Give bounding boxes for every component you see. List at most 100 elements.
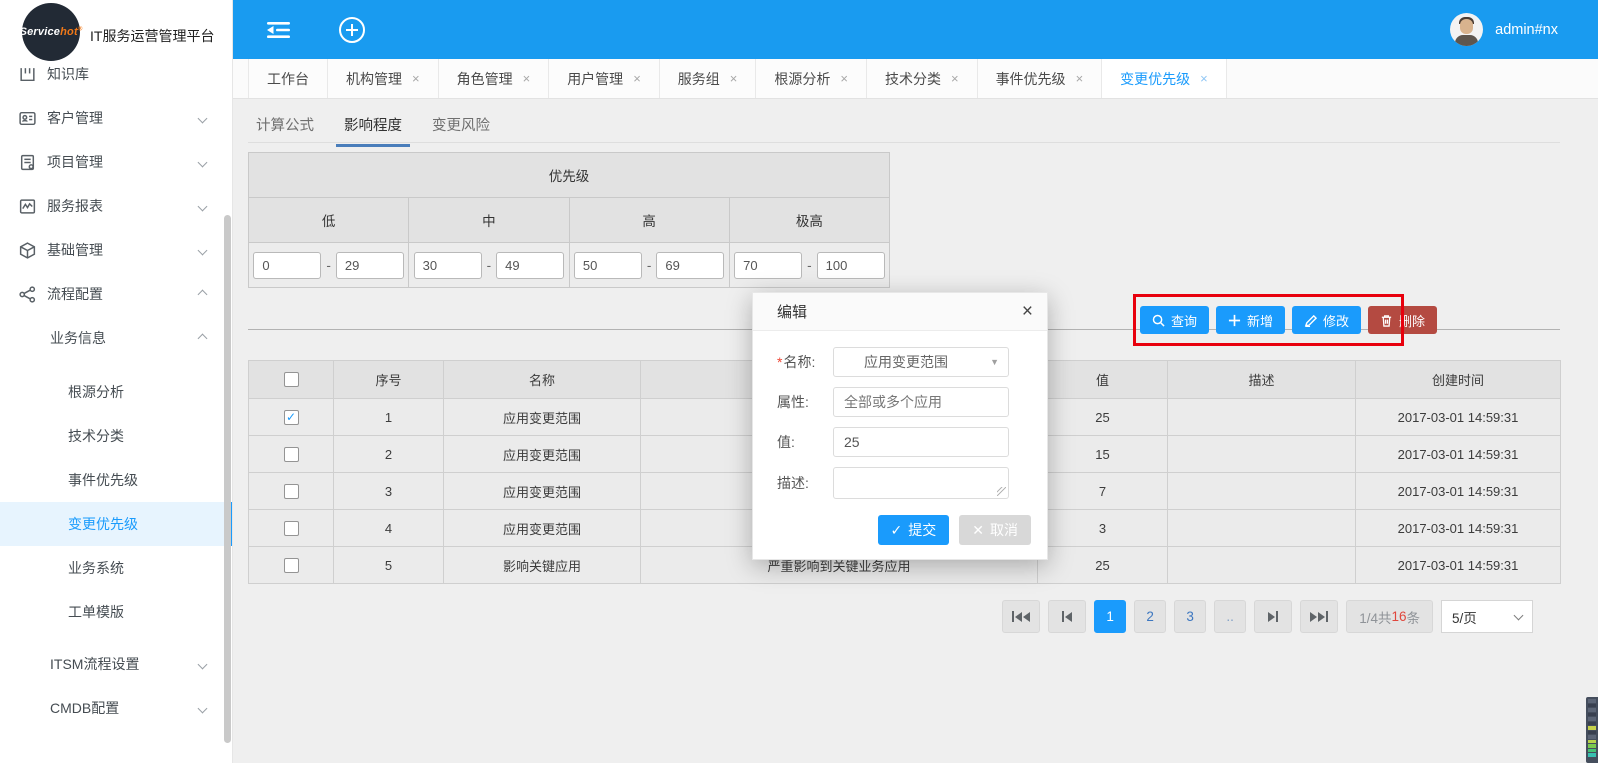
close-icon[interactable]: ×: [412, 71, 420, 86]
id-card-icon: [18, 109, 37, 128]
tab-root-cause[interactable]: 根源分析×: [756, 59, 867, 98]
sidebar-item-change-priority[interactable]: 变更优先级: [0, 502, 232, 546]
pagination-info: 1/4共16条: [1346, 600, 1433, 633]
name-field-row: *名称: 应用变更范围 ▼: [777, 347, 1023, 377]
row-checkbox[interactable]: [284, 447, 299, 462]
last-page-icon: [1326, 611, 1328, 622]
edit-button[interactable]: 修改: [1292, 306, 1361, 334]
sidebar-item-service-report[interactable]: 服务报表: [0, 184, 232, 228]
close-icon[interactable]: ×: [523, 71, 531, 86]
share-nodes-icon: [18, 285, 37, 304]
desc-textarea[interactable]: [833, 467, 1009, 499]
col-header-created: 创建时间: [1356, 361, 1561, 399]
app-title: IT服务运营管理平台: [90, 26, 214, 46]
plus-circle-icon: [337, 15, 367, 45]
add-new-button[interactable]: [336, 14, 368, 46]
sidebar-item-incident-priority[interactable]: 事件优先级: [0, 458, 232, 502]
chart-icon: [18, 197, 37, 216]
range-max-input[interactable]: [496, 252, 564, 279]
sidebar-item-ticket-template[interactable]: 工单模版: [0, 590, 232, 634]
name-select[interactable]: 应用变更范围 ▼: [833, 347, 1009, 377]
close-icon[interactable]: ×: [1200, 71, 1208, 86]
select-all-checkbox[interactable]: [284, 372, 299, 387]
tab-user-mgmt[interactable]: 用户管理×: [549, 59, 660, 98]
value-field-row: 值:: [777, 427, 1023, 457]
book-icon: [18, 65, 37, 84]
priority-level-high: 高: [569, 198, 729, 243]
prev-page-icon: [1062, 611, 1064, 622]
sidebar-item-base-mgmt[interactable]: 基础管理: [0, 228, 232, 272]
row-checkbox[interactable]: ✓: [284, 410, 299, 425]
search-button[interactable]: 查询: [1140, 306, 1209, 334]
close-icon[interactable]: ×: [951, 71, 959, 86]
range-min-input[interactable]: [734, 252, 802, 279]
sidebar-scrollbar[interactable]: [224, 215, 231, 743]
close-icon[interactable]: ×: [1022, 302, 1033, 321]
dialog-footer: ✓ 提交 ✕ 取消: [753, 509, 1047, 559]
sidebar-item-project-mgmt[interactable]: 项目管理: [0, 140, 232, 184]
row-checkbox[interactable]: [284, 484, 299, 499]
cube-icon: [18, 241, 37, 260]
range-max-input[interactable]: [656, 252, 724, 279]
attr-input[interactable]: [833, 387, 1009, 417]
sidebar-item-knowledge-base[interactable]: 知识库: [0, 52, 232, 96]
tab-role-mgmt[interactable]: 角色管理×: [439, 59, 550, 98]
sidebar-item-itsm-process[interactable]: ITSM流程设置: [0, 642, 232, 686]
tab-change-priority[interactable]: 变更优先级×: [1102, 59, 1227, 98]
page-size-select[interactable]: 5/页: [1441, 600, 1533, 633]
desc-field-row: 描述:: [777, 467, 1023, 499]
row-checkbox[interactable]: [284, 558, 299, 573]
close-icon[interactable]: ×: [633, 71, 641, 86]
range-min-input[interactable]: [414, 252, 482, 279]
user-menu[interactable]: admin#nx: [1450, 13, 1558, 46]
sidebar-item-customer-mgmt[interactable]: 客户管理: [0, 96, 232, 140]
sidebar-item-root-cause[interactable]: 根源分析: [0, 370, 232, 414]
range-max-input[interactable]: [336, 252, 404, 279]
page-button-2[interactable]: 2: [1134, 600, 1166, 633]
priority-matrix: 优先级 低 中 高 极高 - -: [248, 152, 890, 288]
tab-org-mgmt[interactable]: 机构管理×: [328, 59, 439, 98]
toolbar: 查询 新增 修改 删除: [1140, 306, 1437, 334]
collapse-menu-icon: [263, 18, 293, 42]
last-page-button[interactable]: [1300, 600, 1338, 633]
dialog-header: 编辑 ×: [753, 293, 1047, 331]
sidebar-item-business-system[interactable]: 业务系统: [0, 546, 232, 590]
close-icon[interactable]: ×: [1076, 71, 1084, 86]
page-button-1[interactable]: 1: [1094, 600, 1126, 633]
first-page-button[interactable]: [1002, 600, 1040, 633]
tab-incident-priority[interactable]: 事件优先级×: [978, 59, 1103, 98]
priority-level-low: 低: [249, 198, 409, 243]
value-input[interactable]: [833, 427, 1009, 457]
search-icon: [1152, 314, 1165, 327]
range-min-input[interactable]: [253, 252, 321, 279]
range-min-input[interactable]: [574, 252, 642, 279]
next-page-button[interactable]: [1254, 600, 1292, 633]
next-page-icon: [1276, 611, 1278, 622]
first-page-icon: [1012, 611, 1014, 622]
document-icon: [18, 153, 37, 172]
delete-button[interactable]: 删除: [1368, 306, 1437, 334]
cancel-button[interactable]: ✕ 取消: [959, 515, 1031, 545]
divider: [248, 142, 1560, 143]
page-button-3[interactable]: 3: [1174, 600, 1206, 633]
range-max-input[interactable]: [817, 252, 885, 279]
sidebar-item-business-info[interactable]: 业务信息: [0, 316, 232, 360]
collapse-menu-button[interactable]: [262, 14, 294, 46]
sidebar-item-cmdb-config[interactable]: CMDB配置: [0, 686, 232, 730]
tab-workbench[interactable]: 工作台: [248, 59, 328, 98]
row-checkbox[interactable]: [284, 521, 299, 536]
tab-service-group[interactable]: 服务组×: [660, 59, 757, 98]
range-separator: -: [647, 258, 652, 273]
tabbar: 工作台 机构管理× 角色管理× 用户管理× 服务组× 根源分析× 技术分类× 事…: [233, 59, 1598, 99]
close-icon[interactable]: ×: [840, 71, 848, 86]
submit-button[interactable]: ✓ 提交: [878, 515, 950, 545]
page-button-more[interactable]: ..: [1214, 600, 1246, 633]
sidebar-item-process-config[interactable]: 流程配置: [0, 272, 232, 316]
desc-label: 描述:: [777, 473, 833, 493]
prev-page-button[interactable]: [1048, 600, 1086, 633]
close-icon[interactable]: ×: [730, 71, 738, 86]
attr-label: 属性:: [777, 392, 833, 412]
sidebar-item-tech-category[interactable]: 技术分类: [0, 414, 232, 458]
tab-tech-category[interactable]: 技术分类×: [867, 59, 978, 98]
add-button[interactable]: 新增: [1216, 306, 1285, 334]
